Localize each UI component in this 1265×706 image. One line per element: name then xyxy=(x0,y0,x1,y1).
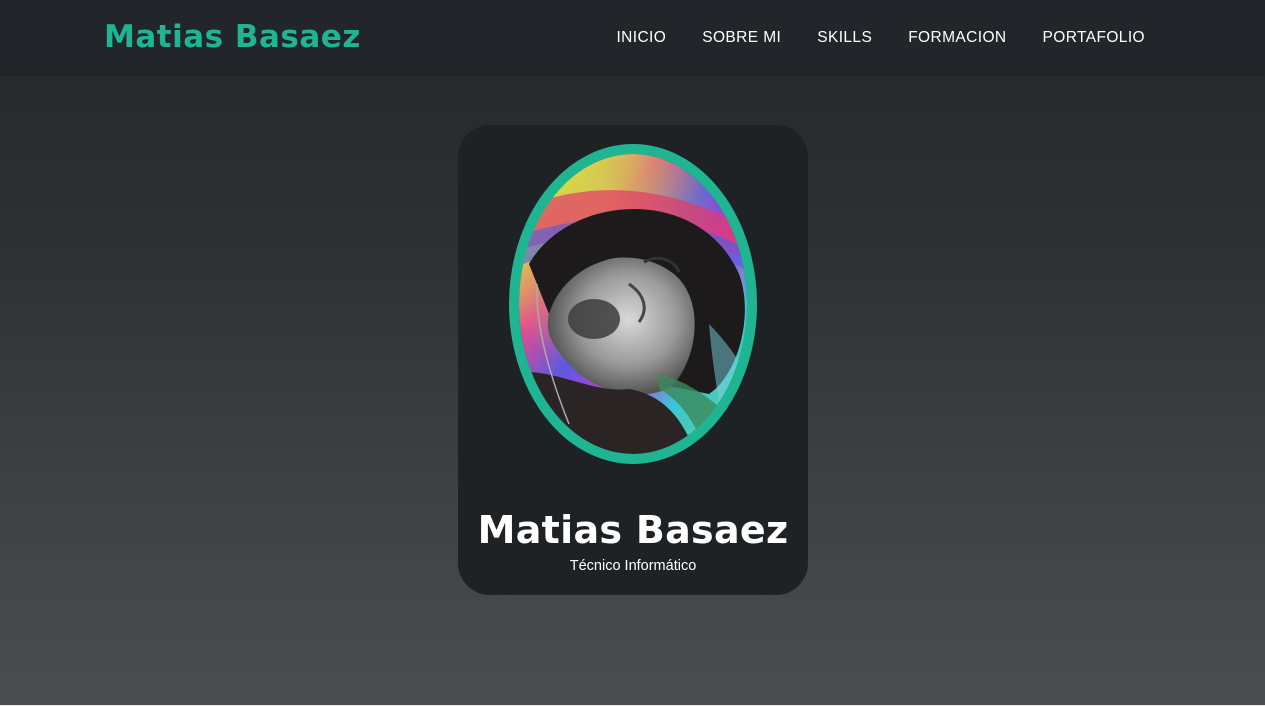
nav-link-portafolio[interactable]: PORTAFOLIO xyxy=(1043,29,1145,46)
profile-photo xyxy=(509,144,757,464)
navbar: Matias Basaez INICIO SOBRE MI SKILLS FOR… xyxy=(0,0,1265,73)
nav-link-formacion[interactable]: FORMACION xyxy=(908,29,1006,46)
nav-link-inicio[interactable]: INICIO xyxy=(616,29,666,46)
nav-item-sobre-mi: SOBRE MI xyxy=(702,27,781,48)
profile-card: Matias Basaez Técnico Informático xyxy=(458,125,808,595)
nav-link-sobre-mi[interactable]: SOBRE MI xyxy=(702,29,781,46)
nav-item-skills: SKILLS xyxy=(817,27,872,48)
profile-role: Técnico Informático xyxy=(569,558,697,574)
profile-name: Matias Basaez xyxy=(477,508,789,552)
nav-item-formacion: FORMACION xyxy=(908,27,1006,48)
nav-menu: INICIO SOBRE MI SKILLS FORMACION PORTAFO… xyxy=(616,27,1145,48)
nav-link-skills[interactable]: SKILLS xyxy=(817,29,872,46)
nav-item-inicio: INICIO xyxy=(616,27,666,48)
brand-logo-link[interactable]: Matias Basaez xyxy=(104,17,361,57)
nav-item-portafolio: PORTAFOLIO xyxy=(1043,27,1145,48)
